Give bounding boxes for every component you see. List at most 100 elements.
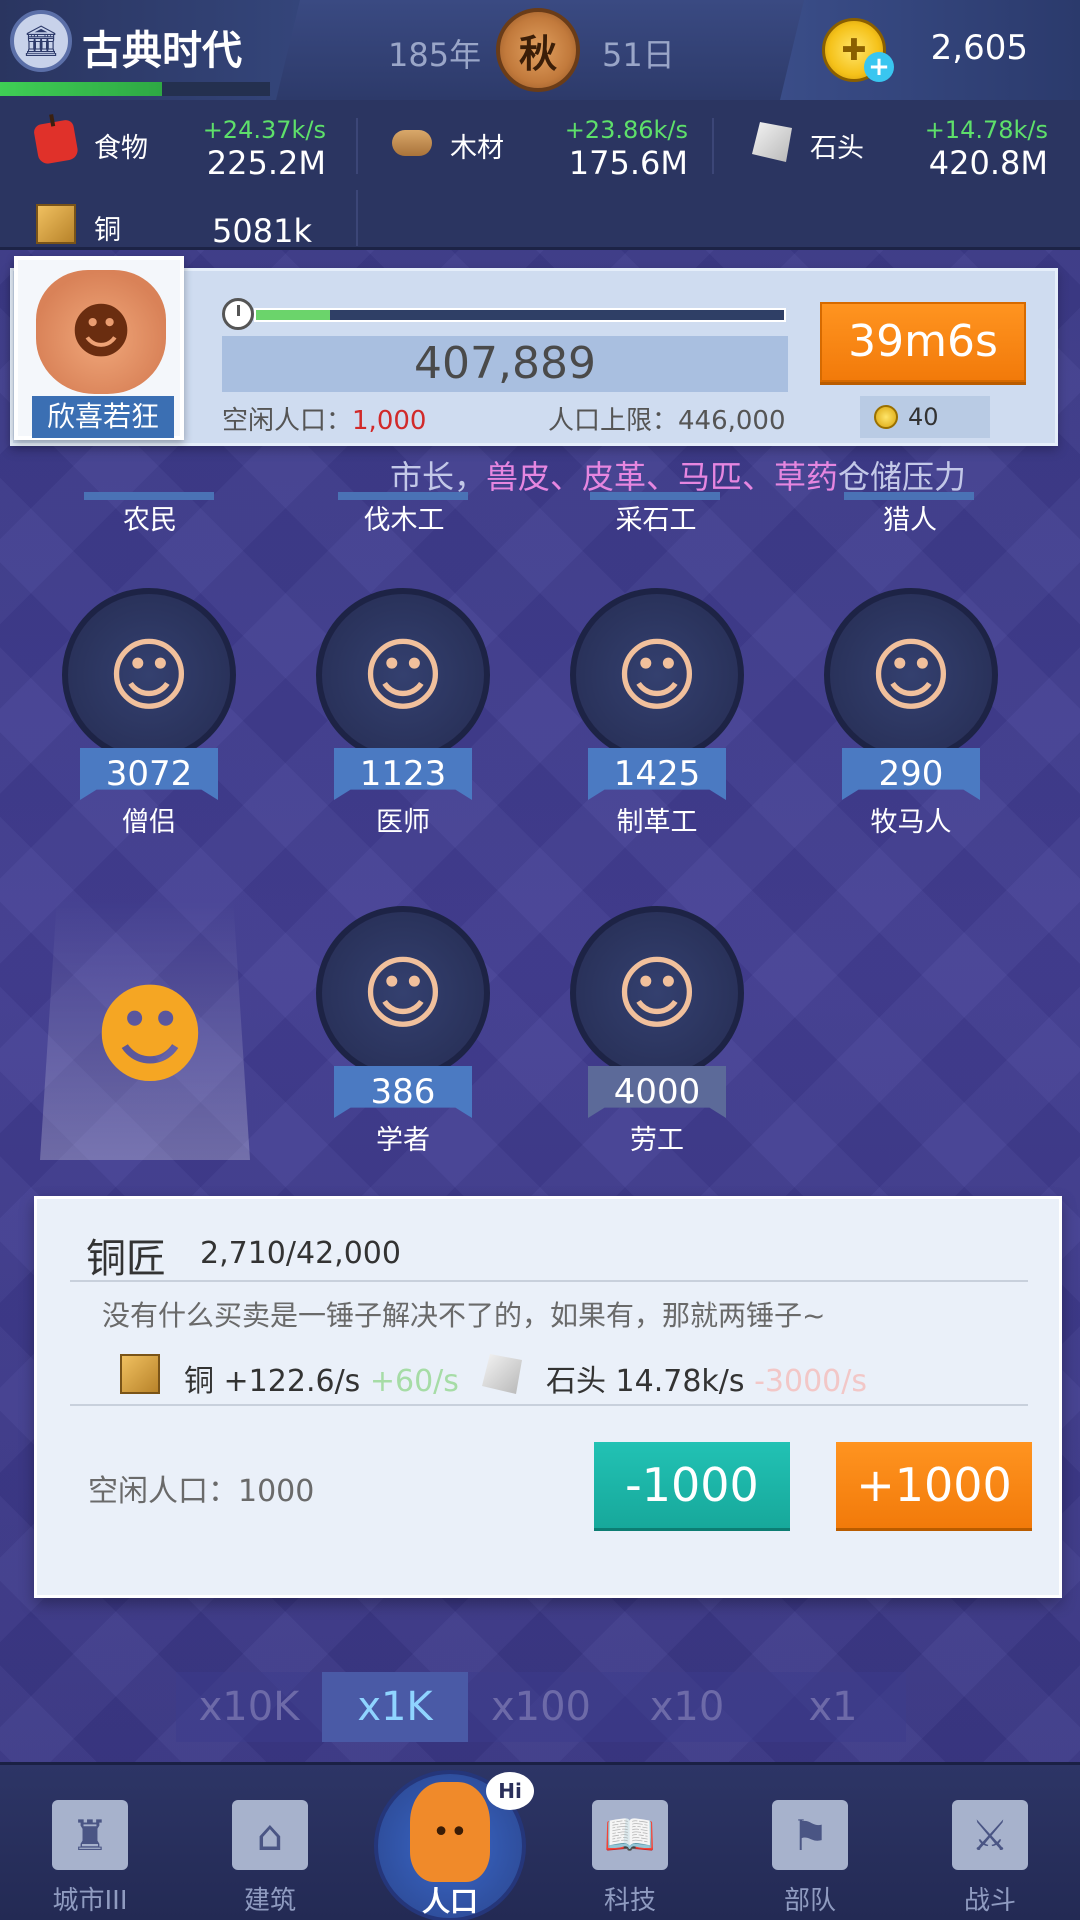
wood-icon <box>392 130 432 156</box>
multiplier-x10k[interactable]: x10K <box>176 1672 322 1742</box>
population-progress-bar <box>254 308 786 322</box>
worker-count: 3072 <box>80 748 218 800</box>
stone-icon <box>482 1354 522 1394</box>
divider <box>356 118 358 174</box>
resource-name: 木材 <box>450 133 504 164</box>
worker-name: 医师 <box>376 807 430 838</box>
multiplier-x1k[interactable]: x1K <box>322 1672 468 1742</box>
era-progress-fill <box>0 82 162 96</box>
tanner-icon: ☺ <box>570 588 744 762</box>
worker-name: 制革工 <box>616 807 698 838</box>
mayor-face-icon: ☻ <box>36 270 166 394</box>
production-resource: 石头 <box>546 1364 606 1399</box>
worker-tanner[interactable]: ☺ 1425 制革工 <box>562 570 752 838</box>
worker-name: 学者 <box>376 1125 430 1156</box>
resource-name: 食物 <box>94 133 148 164</box>
era-progress-bar <box>0 82 270 96</box>
era-title: 古典时代 <box>82 28 242 74</box>
production-value: 14.78k/s <box>615 1364 745 1399</box>
production-resource: 铜 <box>184 1364 214 1399</box>
clock-icon <box>222 298 254 330</box>
worker-coppersmith-selected[interactable]: ☻ <box>40 900 300 1160</box>
house-icon: ⌂ <box>232 1800 308 1870</box>
stress-suffix: 仓储压力 <box>838 458 967 496</box>
worker-label-hunter[interactable]: 猎人 <box>830 498 990 537</box>
resource-name: 铜 <box>94 215 121 246</box>
idle-value: 1,000 <box>352 406 427 436</box>
worker-count: 4000 <box>588 1066 726 1118</box>
population-icon: •• <box>410 1782 490 1882</box>
production-stone: 石头 14.78k/s -3000/s <box>482 1350 882 1399</box>
timer-cost[interactable]: 40 <box>860 396 990 438</box>
resource-value: 420.8M <box>928 144 1048 182</box>
worker-doctor[interactable]: ☺ 1123 医师 <box>308 570 498 838</box>
production-text: 铜 +122.6/s +60/s <box>184 1356 459 1400</box>
add-workers-button[interactable]: +1000 <box>836 1442 1032 1528</box>
divider <box>712 118 714 174</box>
stress-items: 兽皮、皮革、马匹、草药 <box>486 458 839 496</box>
nav-buildings[interactable]: ⌂ 建筑 <box>200 1800 340 1920</box>
divider <box>70 1280 1028 1282</box>
nav-label: 人口 <box>421 1885 478 1918</box>
nav-battle[interactable]: ⚔ 战斗 <box>920 1800 1060 1920</box>
resource-stone[interactable]: 石头 +14.78k/s 420.8M <box>752 108 1048 182</box>
resource-name: 石头 <box>810 133 864 164</box>
nav-tech[interactable]: 📖 科技 <box>560 1800 700 1920</box>
worker-horse-herder[interactable]: ☺ 290 牧马人 <box>816 570 1006 838</box>
swords-icon: ⚔ <box>952 1800 1028 1870</box>
multiplier-x10[interactable]: x10 <box>614 1672 760 1742</box>
worker-name: 僧侣 <box>122 807 176 838</box>
stone-icon <box>752 122 792 162</box>
resource-food[interactable]: 食物 +24.37k/s 225.2M <box>32 108 326 182</box>
stress-prefix: 市长， <box>390 458 487 496</box>
production-value: +122.6/s <box>223 1364 361 1399</box>
food-icon <box>32 118 80 166</box>
worker-count: 386 <box>334 1066 472 1118</box>
worker-label-lumberjack[interactable]: 伐木工 <box>324 498 484 537</box>
worker-laborer[interactable]: ☺ 4000 劳工 <box>562 888 752 1156</box>
job-title: 铜匠 <box>86 1236 166 1282</box>
season-badge[interactable]: 秋 <box>496 8 580 92</box>
nav-troops[interactable]: ⚑ 部队 <box>740 1800 880 1920</box>
banner-icon: ⚑ <box>772 1800 848 1870</box>
production-text: 石头 14.78k/s -3000/s <box>546 1356 867 1400</box>
nav-city[interactable]: ♜ 城市III <box>20 1800 160 1920</box>
bottom-nav <box>0 1762 1080 1920</box>
resource-rate: +24.37k/s <box>202 116 326 144</box>
remove-workers-button[interactable]: -1000 <box>594 1442 790 1528</box>
worker-label-quarrier[interactable]: 采石工 <box>576 498 736 537</box>
worker-scholar[interactable]: ☺ 386 学者 <box>308 888 498 1156</box>
museum-icon[interactable]: 🏛 <box>10 10 72 72</box>
resource-rate: +14.78k/s <box>924 116 1048 144</box>
castle-icon: ♜ <box>52 1800 128 1870</box>
mayor-portrait[interactable]: ☻ 欣喜若狂 <box>14 256 184 440</box>
add-gold-button[interactable]: + <box>864 52 894 82</box>
copper-icon <box>120 1354 160 1394</box>
coppersmith-icon: ☻ <box>92 971 208 1099</box>
divider <box>356 190 358 246</box>
idle-population: 空闲人口：1,000 <box>222 400 426 437</box>
multiplier-x1[interactable]: x1 <box>760 1672 906 1742</box>
multiplier-x100[interactable]: x100 <box>468 1672 614 1742</box>
worker-count: 1123 <box>334 748 472 800</box>
speedup-timer-button[interactable]: 39m6s <box>820 302 1026 382</box>
nav-label: 部队 <box>783 1886 836 1916</box>
book-icon: 📖 <box>592 1800 668 1870</box>
production-copper: 铜 +122.6/s +60/s <box>120 1350 459 1399</box>
worker-label-farmer[interactable]: 农民 <box>70 498 230 537</box>
resource-copper[interactable]: 铜 5081k <box>36 190 312 260</box>
copper-icon <box>36 204 76 244</box>
production-delta: +60/s <box>369 1364 459 1399</box>
worker-monk[interactable]: ☺ 3072 僧侣 <box>54 570 244 838</box>
worker-count: 1425 <box>588 748 726 800</box>
worker-name: 劳工 <box>630 1125 684 1156</box>
resource-value: 175.6M <box>568 144 688 182</box>
mayor-mood: 欣喜若狂 <box>32 396 174 438</box>
population-cap: 人口上限：446,000 <box>548 406 786 436</box>
idle-label: 空闲人口： <box>222 406 353 436</box>
resource-wood[interactable]: 木材 +23.86k/s 175.6M <box>392 108 688 182</box>
horse-herder-icon: ☺ <box>824 588 998 762</box>
nav-label: 战斗 <box>963 1886 1016 1916</box>
resource-value: 225.2M <box>206 144 326 182</box>
doctor-icon: ☺ <box>316 588 490 762</box>
